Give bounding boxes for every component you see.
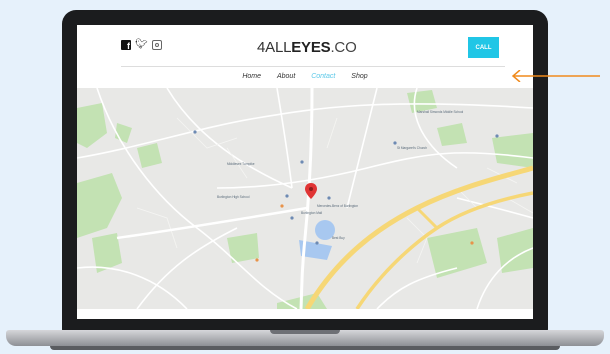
call-button[interactable]: CALL xyxy=(468,37,499,58)
map-label: Burlington Mall xyxy=(301,211,323,215)
google-map[interactable]: Burlington High School Burlington Mall M… xyxy=(77,88,533,309)
main-nav: Home About Contact Shop xyxy=(77,73,533,80)
nav-item-contact[interactable]: Contact xyxy=(311,73,335,80)
logo-part-3: .CO xyxy=(330,39,357,56)
nav-item-shop[interactable]: Shop xyxy=(351,73,367,80)
laptop-foot xyxy=(50,346,560,350)
twitter-icon[interactable]: 🐦︎ xyxy=(135,40,148,50)
nav-item-about[interactable]: About xyxy=(277,73,295,80)
map-label: Marshall Simonds Middle School xyxy=(417,110,464,114)
logo-part-1: 4ALL xyxy=(257,39,292,56)
map-canvas xyxy=(77,88,533,309)
website-screen: f 🐦︎ 4ALLEYES.CO CALL Home About Contact… xyxy=(77,25,533,319)
site-header: f 🐦︎ 4ALLEYES.CO CALL xyxy=(77,25,533,67)
map-label: Burlington High School xyxy=(217,195,250,199)
map-label: Mercedes-Benz of Burlington xyxy=(317,204,359,208)
map-label: Best Buy xyxy=(332,236,345,240)
map-label: St Margaret's Church xyxy=(397,146,428,150)
instagram-icon[interactable] xyxy=(151,40,162,50)
header-divider xyxy=(121,66,505,67)
nav-item-home[interactable]: Home xyxy=(242,73,261,80)
laptop-notch xyxy=(270,330,340,334)
social-links: f 🐦︎ xyxy=(121,40,162,51)
logo-part-2: EYES xyxy=(291,39,331,56)
orange-arrow-icon xyxy=(511,70,600,82)
facebook-icon[interactable]: f xyxy=(121,40,131,51)
site-logo[interactable]: 4ALLEYES.CO xyxy=(257,39,357,56)
map-label: Middlesex Turnpike xyxy=(227,162,255,166)
